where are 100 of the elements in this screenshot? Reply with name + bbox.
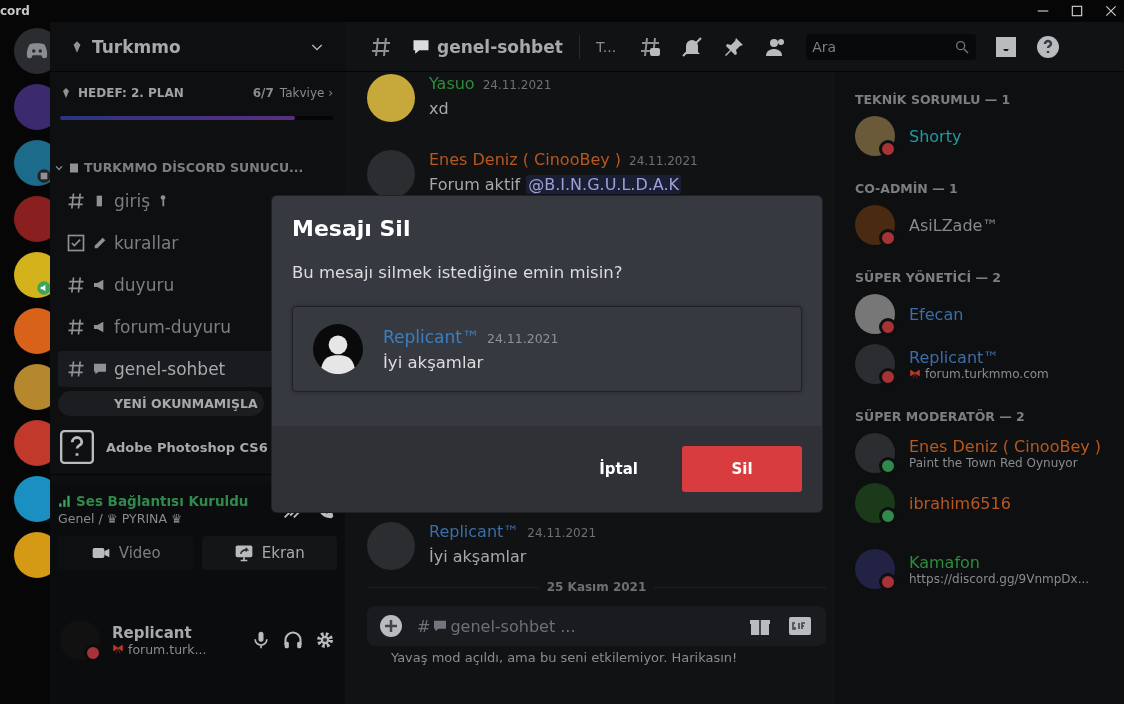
hash-icon [66, 359, 86, 379]
settings-icon[interactable] [315, 630, 335, 650]
member-name: AsiLZade™ [909, 215, 999, 235]
category-name[interactable]: TURKMMO DİSCORD SUNUCU... [84, 160, 304, 175]
server-icon[interactable] [14, 476, 50, 522]
dialog-message: Bu mesajı silmek istediğine emin misin? [292, 263, 624, 282]
role-header: TEKNİK SORUMLU — 1 [855, 92, 1012, 107]
unknown-game-icon [58, 428, 96, 466]
server-name[interactable]: Turkmmo [92, 36, 301, 57]
member-name: Shorty [909, 126, 962, 146]
activity-name: Adobe Photoshop CS6 [106, 439, 268, 455]
member-item[interactable]: Efecan [855, 293, 1116, 335]
message-timestamp: 24.11.2021 [486, 330, 559, 346]
close-icon[interactable] [1104, 4, 1118, 18]
channel-item[interactable]: kurallar [58, 225, 274, 261]
headphones-icon[interactable] [283, 630, 303, 650]
server-icon[interactable] [14, 532, 50, 578]
member-name: Enes Deniz ( CinooBey ) [909, 436, 1102, 456]
role-header: CO-ADMİN — 1 [855, 181, 959, 196]
maximize-icon[interactable] [1070, 4, 1084, 18]
role-header: SÜPER YÖNETİCİ — 2 [855, 270, 1002, 285]
member-avatar [855, 205, 895, 245]
ribbon-icon [909, 367, 921, 380]
member-name: Efecan [909, 304, 964, 324]
hash-icon [66, 275, 86, 295]
server-icon[interactable] [14, 308, 50, 354]
memo-icon [92, 235, 108, 251]
channel-item[interactable]: giriş [58, 183, 274, 219]
inbox-icon[interactable] [994, 34, 1019, 59]
message-text: İyi akşamlar [429, 547, 527, 566]
custom-status: forum.turk... [128, 641, 207, 657]
hash-icon [66, 191, 86, 211]
search-field[interactable]: Ara [806, 33, 977, 60]
window-title: cord [0, 4, 30, 18]
member-avatar [855, 116, 895, 156]
channel-item[interactable]: genel-sohbet [58, 351, 274, 387]
member-item[interactable]: Replicant™ forum.turkmmo.com [855, 343, 1116, 385]
member-avatar [855, 294, 895, 334]
hash-icon [66, 317, 86, 337]
member-name: Replicant™ [909, 347, 1001, 367]
member-item[interactable]: AsiLZade™ [855, 204, 1116, 246]
member-item[interactable]: Shorty [855, 115, 1116, 157]
member-activity: https://discord.gg/9VnmpDx... [909, 571, 1090, 586]
delete-button[interactable]: Sil [682, 446, 802, 492]
calendar-badge-icon [36, 168, 50, 184]
message-timestamp: 24.11.2021 [629, 154, 698, 168]
role-header: SÜPER MODERATÖR — 2 [855, 409, 1026, 424]
muted-bell-icon[interactable] [680, 34, 705, 59]
member-item[interactable]: Enes Deniz ( CinooBey ) Paint the Town Red Oynuyor [855, 432, 1116, 474]
user-avatar[interactable] [367, 74, 415, 122]
microphone-icon[interactable] [251, 630, 271, 650]
dialog-title: Mesajı Sil [292, 216, 412, 241]
member-item[interactable]: Kamafon https://discord.gg/9VnmpDx... [855, 548, 1116, 590]
server-icon[interactable] [14, 364, 50, 410]
member-avatar [855, 483, 895, 523]
signal-icon [58, 494, 72, 508]
help-icon[interactable] [1036, 34, 1061, 59]
channel-item[interactable]: forum-duyuru [58, 309, 274, 345]
gif-icon[interactable] [786, 614, 814, 638]
monitor-icon [233, 543, 254, 563]
speaker-badge-icon [36, 280, 50, 296]
speech-bubble-icon [432, 618, 449, 634]
avatar-silhouette-icon [313, 324, 363, 374]
message-text: xd [429, 99, 449, 118]
speech-bubble-icon [92, 361, 108, 377]
message-field[interactable]: # genel-sohbet ... [417, 616, 734, 636]
home-button[interactable] [14, 28, 50, 74]
add-icon[interactable] [379, 614, 403, 638]
voice-status[interactable]: Ses Bağlantısı Kuruldu [76, 493, 249, 509]
channel-title: genel-sohbet [437, 36, 563, 57]
cancel-button[interactable]: İptal [575, 450, 662, 488]
member-name: ibrahim6516 [909, 493, 1011, 513]
boost-count: 6/7 [252, 86, 274, 100]
slowmode-notice: Yavaş mod açıldı, ama bu seni etkilemiyor. Harikasın! [391, 650, 739, 665]
message-author[interactable]: Enes Deniz ( CinooBey ) [429, 150, 622, 169]
member-activity: Paint the Town Red Oynuyor [909, 455, 1078, 470]
member-avatar [855, 549, 895, 589]
member-item[interactable]: ibrahim6516 [855, 482, 1116, 524]
channel-topic[interactable]: T... [595, 38, 617, 55]
member-activity: forum.turkmmo.com [925, 366, 1049, 381]
message-timestamp: 24.11.2021 [482, 78, 552, 92]
server-icon[interactable] [14, 252, 50, 298]
message-author[interactable]: Yasuo [429, 74, 475, 93]
user-mention[interactable]: @B.I.N.G.U.L.D.A.K [526, 175, 682, 194]
username: Replicant [112, 623, 193, 642]
boost-link[interactable]: Takviye › [279, 86, 333, 100]
message-text: İyi akşamlar [383, 352, 485, 372]
message-author[interactable]: Replicant™ [429, 522, 520, 541]
member-name: Kamafon [909, 552, 981, 572]
ribbon-icon [112, 643, 124, 655]
unread-pill[interactable]: YENİ OKUNMAMIŞLA [58, 391, 264, 416]
voice-channel[interactable]: Genel / ♛ PYRINA ♛ [58, 511, 269, 526]
message-author: Replicant™ [383, 326, 479, 347]
date-divider: 25 Kasım 2021 [546, 580, 647, 594]
channel-item[interactable]: duyuru [58, 267, 274, 303]
boost-goal: HEDEF: 2. PLAN [78, 86, 185, 100]
search-icon [954, 38, 971, 55]
member-avatar [855, 433, 895, 473]
server-icon[interactable] [14, 140, 50, 186]
screen-share-button[interactable]: Ekran [201, 536, 337, 570]
